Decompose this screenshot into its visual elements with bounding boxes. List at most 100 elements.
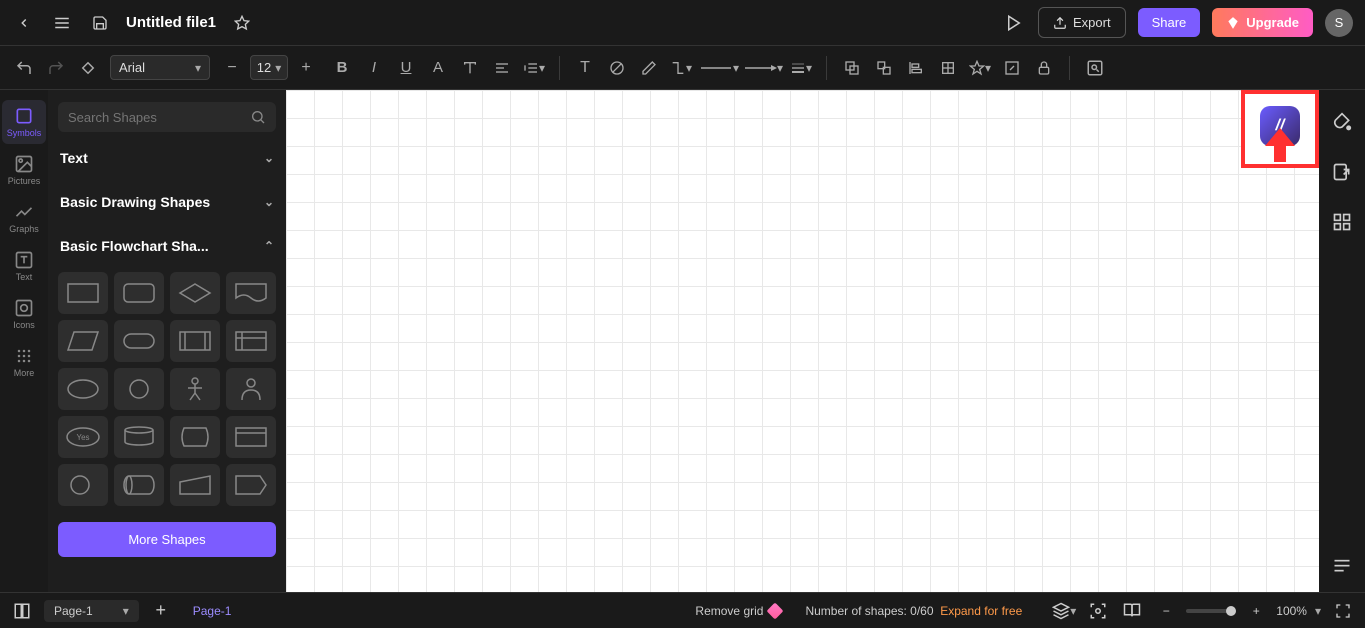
share-button[interactable]: Share: [1138, 8, 1201, 37]
expand-for-free-link[interactable]: Expand for free: [940, 604, 1022, 618]
page-select[interactable]: Page-1▾: [44, 600, 139, 622]
shape-document[interactable]: [226, 272, 276, 314]
search-input[interactable]: [68, 110, 250, 125]
shape-display[interactable]: [170, 416, 220, 458]
back-icon[interactable]: [12, 11, 36, 35]
shape-actor[interactable]: [170, 368, 220, 410]
export-button[interactable]: Export: [1038, 7, 1126, 38]
divider: [559, 56, 560, 80]
upgrade-button[interactable]: Upgrade: [1212, 8, 1313, 37]
hamburger-menu-icon[interactable]: [50, 11, 74, 35]
top-bar: Untitled file1 Export Share Upgrade S: [0, 0, 1365, 46]
shape-circle[interactable]: [114, 368, 164, 410]
menu-right-icon[interactable]: [1330, 552, 1354, 576]
shape-yes-decision[interactable]: Yes: [58, 416, 108, 458]
underline-icon[interactable]: U: [392, 54, 420, 82]
effects-icon[interactable]: ▾: [966, 54, 994, 82]
nav-symbols[interactable]: Symbols: [2, 100, 46, 144]
file-title[interactable]: Untitled file1: [126, 14, 216, 31]
nav-more[interactable]: More: [2, 340, 46, 384]
more-shapes-button[interactable]: More Shapes: [58, 522, 276, 557]
shape-connector-circle[interactable]: [58, 464, 108, 506]
avatar[interactable]: S: [1325, 9, 1353, 37]
shape-parallelogram[interactable]: [58, 320, 108, 362]
shape-rounded-rect[interactable]: [114, 272, 164, 314]
nav-text[interactable]: Text: [2, 244, 46, 288]
shape-user[interactable]: [226, 368, 276, 410]
category-basic-drawing[interactable]: Basic Drawing Shapes⌄: [58, 184, 276, 220]
redo-icon[interactable]: [42, 54, 70, 82]
category-basic-flowchart[interactable]: Basic Flowchart Sha...⌃: [58, 228, 276, 264]
font-decrease-button[interactable]: −: [218, 54, 246, 82]
category-text[interactable]: Text⌄: [58, 140, 276, 176]
icon-icon: [14, 298, 34, 318]
search-shapes-box[interactable]: [58, 102, 276, 132]
divider: [1069, 56, 1070, 80]
nav-pictures[interactable]: Pictures: [2, 148, 46, 192]
undo-icon[interactable]: [10, 54, 38, 82]
shape-direct-data[interactable]: [114, 464, 164, 506]
line-style-select[interactable]: ▾: [699, 58, 739, 78]
export-right-icon[interactable]: [1330, 160, 1354, 184]
arrow-style-select[interactable]: ▾: [743, 58, 783, 78]
zoom-controls: − + 100%▾: [1154, 599, 1321, 623]
grid-apps-icon[interactable]: [1330, 210, 1354, 234]
arrow-up-icon: [1265, 128, 1295, 162]
pen-icon[interactable]: [635, 54, 663, 82]
play-icon[interactable]: [1002, 11, 1026, 35]
canvas[interactable]: [286, 90, 1319, 592]
shape-loop[interactable]: [226, 464, 276, 506]
find-icon[interactable]: [1081, 54, 1109, 82]
align-icon[interactable]: [488, 54, 516, 82]
zoom-in-button[interactable]: +: [1244, 599, 1268, 623]
layers-icon[interactable]: ▾: [1052, 599, 1076, 623]
add-page-button[interactable]: +: [149, 599, 173, 623]
zoom-slider[interactable]: [1186, 609, 1236, 613]
font-color-icon[interactable]: A: [424, 54, 452, 82]
line-weight-icon[interactable]: ▾: [787, 54, 815, 82]
shape-predefined[interactable]: [170, 320, 220, 362]
font-size-input[interactable]: 12▾: [250, 55, 288, 80]
shape-ellipse[interactable]: [58, 368, 108, 410]
text-tool-icon[interactable]: T: [571, 54, 599, 82]
connector-icon[interactable]: ▾: [667, 54, 695, 82]
ungroup-icon[interactable]: [870, 54, 898, 82]
fullscreen-icon[interactable]: [1331, 599, 1355, 623]
star-icon[interactable]: [230, 11, 254, 35]
shape-manual-input[interactable]: [170, 464, 220, 506]
nav-icons[interactable]: Icons: [2, 292, 46, 336]
lock-icon[interactable]: [1030, 54, 1058, 82]
page-tab[interactable]: Page-1: [183, 604, 242, 618]
shape-internal-storage[interactable]: [226, 320, 276, 362]
left-nav-rail: Symbols Pictures Graphs Text Icons More: [0, 90, 48, 592]
focus-icon[interactable]: [1086, 599, 1110, 623]
format-painter-icon[interactable]: [74, 54, 102, 82]
book-icon[interactable]: [1120, 599, 1144, 623]
shape-diamond[interactable]: [170, 272, 220, 314]
bold-icon[interactable]: B: [328, 54, 356, 82]
font-increase-button[interactable]: +: [292, 54, 320, 82]
nav-graphs[interactable]: Graphs: [2, 196, 46, 240]
shape-rectangle[interactable]: [58, 272, 108, 314]
zoom-out-button[interactable]: −: [1154, 599, 1178, 623]
page-layout-icon[interactable]: [10, 599, 34, 623]
text-case-icon[interactable]: [456, 54, 484, 82]
distribute-icon[interactable]: [934, 54, 962, 82]
align-objects-icon[interactable]: [902, 54, 930, 82]
line-spacing-icon[interactable]: ▾: [520, 54, 548, 82]
font-family-select[interactable]: Arial▾: [110, 55, 210, 80]
shape-card[interactable]: [226, 416, 276, 458]
chart-icon: [14, 202, 34, 222]
remove-grid-button[interactable]: Remove grid: [695, 604, 781, 618]
svg-text:Yes: Yes: [76, 433, 89, 442]
edit-shape-icon[interactable]: [998, 54, 1026, 82]
shape-terminator[interactable]: [114, 320, 164, 362]
fill-bucket-icon[interactable]: [1330, 110, 1354, 134]
italic-icon[interactable]: I: [360, 54, 388, 82]
no-fill-icon[interactable]: [603, 54, 631, 82]
group-icon[interactable]: [838, 54, 866, 82]
chevron-down-icon: ▾: [123, 604, 129, 618]
zoom-value[interactable]: 100%: [1276, 604, 1307, 618]
shape-database[interactable]: [114, 416, 164, 458]
save-icon[interactable]: [88, 11, 112, 35]
